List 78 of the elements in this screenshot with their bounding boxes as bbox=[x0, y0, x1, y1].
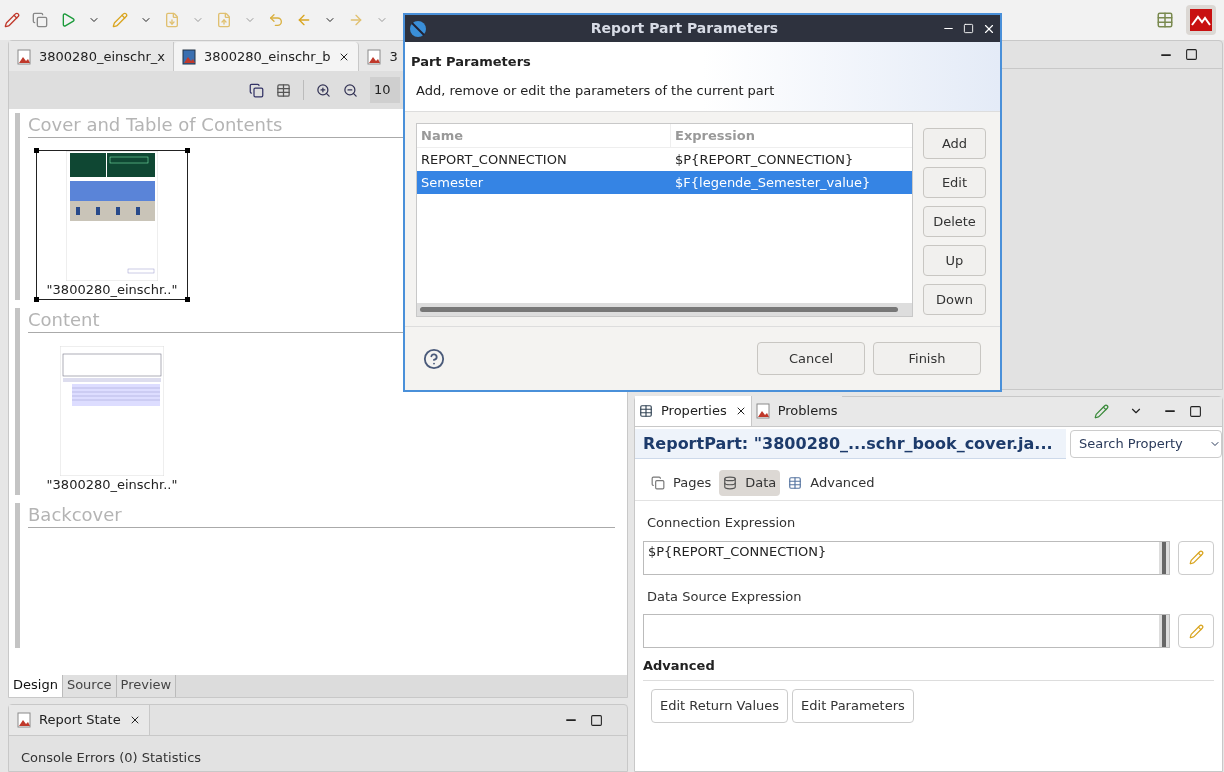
table-cell-text: Semester bbox=[420, 173, 485, 192]
section-title: Backcover bbox=[28, 503, 615, 528]
panel-tab[interactable]: Report State bbox=[9, 705, 150, 735]
maximize-icon[interactable] bbox=[590, 713, 603, 727]
side-button[interactable]: Add bbox=[923, 128, 986, 159]
report-icon bbox=[367, 48, 382, 65]
tab-label: 3800280_einschr_b bbox=[203, 47, 331, 66]
zoom-out-icon[interactable] bbox=[343, 82, 358, 98]
section-heading: Advanced bbox=[643, 656, 1214, 681]
horizontal-scrollbar[interactable] bbox=[417, 303, 912, 316]
expression-field[interactable]: $P{REPORT_CONNECTION} bbox=[643, 540, 1170, 575]
console-tab[interactable]: Console bbox=[21, 748, 73, 768]
help-icon[interactable] bbox=[423, 347, 445, 370]
console-tab[interactable]: Errors (0) bbox=[76, 748, 138, 768]
dialog-button[interactable]: Cancel bbox=[757, 342, 865, 375]
mode-tab[interactable]: Preview bbox=[116, 675, 177, 697]
properties-icon bbox=[639, 404, 653, 418]
side-button[interactable]: Down bbox=[923, 284, 986, 315]
field-label: Connection Expression bbox=[646, 514, 797, 532]
edit-icon bbox=[1188, 550, 1204, 565]
book-icon bbox=[181, 48, 196, 65]
maximize-icon[interactable] bbox=[1189, 404, 1202, 418]
tab-label: Report State bbox=[39, 711, 121, 730]
dialog-heading: Part Parameters bbox=[411, 53, 532, 71]
problems-icon bbox=[755, 403, 770, 419]
mode-tab[interactable]: Design bbox=[9, 675, 63, 697]
part-label: "3800280_einschr.." bbox=[46, 281, 178, 299]
run-icon[interactable] bbox=[60, 12, 76, 28]
selection-handle[interactable] bbox=[34, 148, 39, 153]
report-part[interactable]: "3800280_einschr.." bbox=[36, 345, 188, 495]
table-cell-text: $F{legende_Semester_value} bbox=[674, 173, 872, 192]
expression-editor-button[interactable] bbox=[1178, 540, 1214, 575]
perspective-button[interactable] bbox=[1186, 5, 1216, 35]
expression-field[interactable] bbox=[643, 614, 1170, 648]
pages-icon bbox=[651, 475, 665, 490]
zoom-in-icon[interactable] bbox=[316, 82, 331, 98]
table-row[interactable]: REPORT_CONNECTION $P{REPORT_CONNECTION} bbox=[417, 148, 912, 171]
selection-handle[interactable] bbox=[185, 297, 190, 302]
edit-icon bbox=[1188, 623, 1204, 639]
expression-editor-button[interactable] bbox=[1178, 614, 1214, 648]
selection-handle[interactable] bbox=[34, 297, 39, 302]
database-icon bbox=[723, 475, 738, 490]
section-tab[interactable]: Data bbox=[719, 469, 781, 496]
part-label: "3800280_einschr.." bbox=[46, 476, 178, 494]
report-icon bbox=[17, 712, 31, 728]
table-cell-text: $P{REPORT_CONNECTION} bbox=[674, 150, 855, 169]
dialog-button[interactable]: Finish bbox=[873, 342, 981, 375]
selection-handle[interactable] bbox=[185, 148, 190, 153]
table-cell-text: REPORT_CONNECTION bbox=[420, 150, 568, 169]
view-tab[interactable]: Properties bbox=[635, 396, 752, 426]
editor-tab[interactable]: 3800280_einschr_b bbox=[173, 42, 360, 71]
table-icon bbox=[788, 475, 803, 490]
report-part[interactable]: "3800280_einschr.." bbox=[36, 150, 188, 300]
mountain-icon bbox=[1190, 9, 1212, 31]
dialog-description: Add, remove or edit the parameters of the current part bbox=[415, 81, 776, 100]
report-icon bbox=[17, 48, 31, 65]
maximize-icon[interactable] bbox=[1185, 48, 1198, 61]
field-label: Data Source Expression bbox=[646, 587, 803, 606]
zoom-field[interactable]: 10 bbox=[370, 77, 400, 103]
advanced-button[interactable]: Edit Parameters bbox=[792, 688, 914, 723]
tab-label: Properties bbox=[661, 402, 727, 421]
search-field[interactable]: Search Property bbox=[1070, 430, 1222, 458]
section-tab[interactable]: Pages bbox=[647, 469, 716, 496]
section-tab[interactable]: Advanced bbox=[784, 469, 879, 496]
list-icon[interactable] bbox=[276, 82, 291, 98]
side-button[interactable]: Up bbox=[923, 245, 986, 276]
side-button[interactable]: Delete bbox=[923, 206, 986, 237]
mode-tab[interactable]: Source bbox=[62, 675, 117, 697]
properties-title: ReportPart: "3800280_...schr_book_cover.ja... bbox=[635, 429, 1066, 459]
table-row[interactable]: Semester $F{legende_Semester_value} bbox=[417, 171, 912, 194]
tab-label: 3 bbox=[389, 47, 398, 66]
back-icon[interactable] bbox=[296, 12, 312, 28]
tab-label: 3800280_einschr_x bbox=[39, 47, 165, 66]
tab-label: Problems bbox=[777, 402, 838, 421]
console-tab[interactable]: Statistics bbox=[141, 748, 202, 768]
advanced-button[interactable]: Edit Return Values bbox=[651, 688, 789, 723]
dialog-title: Report Part Parameters bbox=[589, 19, 780, 38]
side-button[interactable]: Edit bbox=[923, 167, 986, 198]
